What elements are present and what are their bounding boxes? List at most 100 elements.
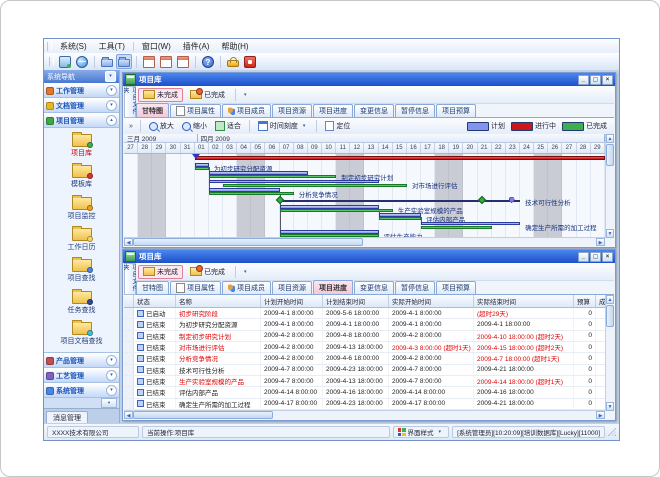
gantt-tab-0[interactable]: 甘特图 [136, 103, 169, 117]
scroll-thumb[interactable] [606, 144, 614, 166]
scroll-thumb[interactable] [606, 305, 614, 327]
sidebar-group-1[interactable]: 文档管理▾ [44, 98, 119, 113]
gantt-actual-bar[interactable] [195, 167, 209, 170]
fit-button[interactable]: 适合 [212, 121, 244, 131]
table-horizontal-scrollbar[interactable]: ◀ ▶ [124, 410, 605, 419]
sidebar-item-3[interactable]: 工作日历 [68, 228, 96, 252]
sidebar-item-4[interactable]: 项目查找 [68, 259, 96, 283]
menu-item-1[interactable]: 系统(S) [54, 41, 93, 52]
minimize-button[interactable]: _ [578, 75, 589, 85]
filter-incomplete-button[interactable]: 未完成 [138, 265, 183, 279]
menu-item-3[interactable]: 窗口(W) [136, 41, 177, 52]
column-header-0[interactable]: 状态 [134, 295, 176, 307]
gantt-panel-titlebar[interactable]: 项目库 _ ▢ × [123, 73, 615, 86]
lock-button[interactable] [225, 54, 241, 69]
scroll-right-arrow[interactable]: ▶ [596, 238, 605, 246]
table-row[interactable]: 已结束确定生产所需的加工过程2009-4-17 8:00:002009-4-23… [124, 399, 605, 410]
table-tab-1[interactable]: 项目属性 [170, 281, 221, 294]
table-row[interactable]: 已结束为初步研究分配资源2009-4-1 8:00:002009-4-1 18:… [124, 319, 605, 330]
table-row[interactable]: 已结束评估内部产品2009-4-14 8:00:002009-4-16 18:0… [124, 387, 605, 398]
table-tab-2[interactable]: 项目成员 [222, 281, 271, 294]
sidebar-group-5[interactable]: 系统管理▾ [44, 383, 119, 398]
gantt-tab-7[interactable]: 项目预算 [436, 104, 476, 117]
gantt-horizontal-scrollbar[interactable]: ◀ ▶ [124, 237, 605, 246]
zoom-in-button[interactable]: 放大 [146, 121, 177, 131]
chevron-down-icon[interactable]: ▾ [106, 385, 117, 396]
resize-grip[interactable] [608, 428, 616, 436]
scroll-up-arrow[interactable]: ▲ [606, 295, 614, 304]
sidebar-item-0[interactable]: 项目库 [71, 134, 92, 158]
column-header-1[interactable]: 名称 [176, 295, 261, 307]
table-tab-3[interactable]: 项目资源 [272, 281, 312, 294]
gantt-tab-3[interactable]: 项目资源 [272, 104, 312, 117]
maximize-button[interactable]: ▢ [590, 75, 601, 85]
gantt-actual-bar[interactable] [379, 217, 421, 220]
sidebar-group-0[interactable]: 工作管理▾ [44, 83, 119, 98]
sidebar-item-5[interactable]: 任务查找 [68, 291, 96, 315]
help-button[interactable] [200, 54, 216, 70]
table-row[interactable]: 已启动初步研究阶段2009-4-1 8:00:002009-5-6 18:00:… [124, 308, 605, 319]
exit-button[interactable] [242, 54, 258, 70]
filter-incomplete-button[interactable]: 未完成 [138, 88, 183, 102]
more-tools-chevron[interactable]: » [127, 123, 135, 130]
maximize-button[interactable]: ▢ [590, 252, 601, 262]
scroll-down-arrow[interactable]: ▼ [606, 229, 614, 238]
gantt-tab-1[interactable]: 项目属性 [170, 104, 221, 117]
message-1-button[interactable] [141, 54, 157, 70]
scroll-right-arrow[interactable]: ▶ [596, 411, 605, 419]
sidebar-overflow-button[interactable]: ▾ [101, 398, 117, 408]
folder-closed-button[interactable] [99, 54, 115, 69]
computer-button[interactable] [57, 54, 73, 70]
filter-complete-button[interactable]: 已完成 [185, 265, 230, 279]
project-folder-side-tab[interactable]: 项目文件夹 [124, 263, 136, 295]
scroll-left-arrow[interactable]: ◀ [124, 238, 133, 246]
column-header-2[interactable]: 计划开始时间 [261, 295, 323, 307]
gantt-tab-5[interactable]: 变更信息 [354, 104, 394, 117]
sidebar-collapse-button[interactable]: ▾ [105, 71, 116, 82]
table-tab-4[interactable]: 项目进度 [313, 280, 353, 294]
scroll-left-arrow[interactable]: ◀ [124, 411, 133, 419]
filter-overflow-dropdown[interactable]: ▾ [241, 269, 250, 275]
column-header-6[interactable]: 预算 [574, 295, 596, 307]
gantt-tab-2[interactable]: 项目成员 [222, 104, 271, 117]
scroll-thumb[interactable] [133, 411, 273, 419]
sidebar-item-1[interactable]: 模板库 [71, 165, 92, 189]
gantt-actual-bar[interactable] [209, 175, 336, 178]
message-management-tab[interactable]: 消息管理 [46, 411, 88, 423]
scroll-up-arrow[interactable]: ▲ [606, 134, 614, 143]
chevron-down-icon[interactable]: ▾ [106, 355, 117, 366]
close-button[interactable]: × [602, 75, 613, 85]
message-3-button[interactable] [175, 54, 191, 70]
gantt-tab-4[interactable]: 项目进度 [313, 104, 353, 117]
sidebar-item-6[interactable]: 项目文档查找 [61, 322, 103, 346]
table-tab-6[interactable]: 暂停信息 [395, 281, 435, 294]
table-tab-5[interactable]: 变更信息 [354, 281, 394, 294]
gantt-inprogress-bar[interactable] [195, 156, 605, 160]
table-tab-7[interactable]: 项目预算 [436, 281, 476, 294]
menu-item-2[interactable]: 工具(T) [93, 41, 131, 52]
gantt-chart-body[interactable]: 为初步研究分配资源制定初步研究计划对市场进行评估分析竞争情况技术可行性分析生产实… [124, 154, 605, 238]
gantt-actual-bar[interactable] [209, 192, 294, 195]
table-row[interactable]: 已结束技术可行性分析2009-4-7 8:00:002009-4-23 18:0… [124, 365, 605, 376]
table-tab-0[interactable]: 甘特图 [136, 281, 169, 294]
sidebar-item-2[interactable]: 项目监控 [68, 197, 96, 221]
time-scale-dropdown[interactable]: 时间刻度▾ [255, 121, 312, 131]
message-2-button[interactable] [158, 54, 174, 70]
project-folder-side-tab[interactable]: 项目文件夹 [124, 86, 136, 118]
zoom-out-button[interactable]: 缩小 [179, 121, 210, 131]
table-panel-titlebar[interactable]: 项目库 _ ▢ × [123, 250, 615, 263]
globe-button[interactable] [74, 54, 90, 70]
locate-button[interactable]: 定位 [322, 121, 353, 131]
menu-item-5[interactable]: 帮助(H) [215, 41, 254, 52]
gantt-actual-bar[interactable] [421, 226, 492, 229]
sidebar-group-2[interactable]: 项目管理▴ [44, 113, 119, 128]
minimize-button[interactable]: _ [578, 252, 589, 262]
sidebar-group-3[interactable]: 产品管理▾ [44, 353, 119, 368]
chevron-down-icon[interactable]: ▾ [106, 370, 117, 381]
column-header-4[interactable]: 实际开始时间 [389, 295, 474, 307]
gantt-actual-bar[interactable] [223, 184, 407, 187]
table-row[interactable]: 已结束对市场进行评估2009-4-2 8:00:002009-4-13 18:0… [124, 342, 605, 353]
sidebar-group-4[interactable]: 工艺管理▾ [44, 368, 119, 383]
scroll-down-arrow[interactable]: ▼ [606, 402, 614, 411]
column-header-3[interactable]: 计划结束时间 [323, 295, 389, 307]
